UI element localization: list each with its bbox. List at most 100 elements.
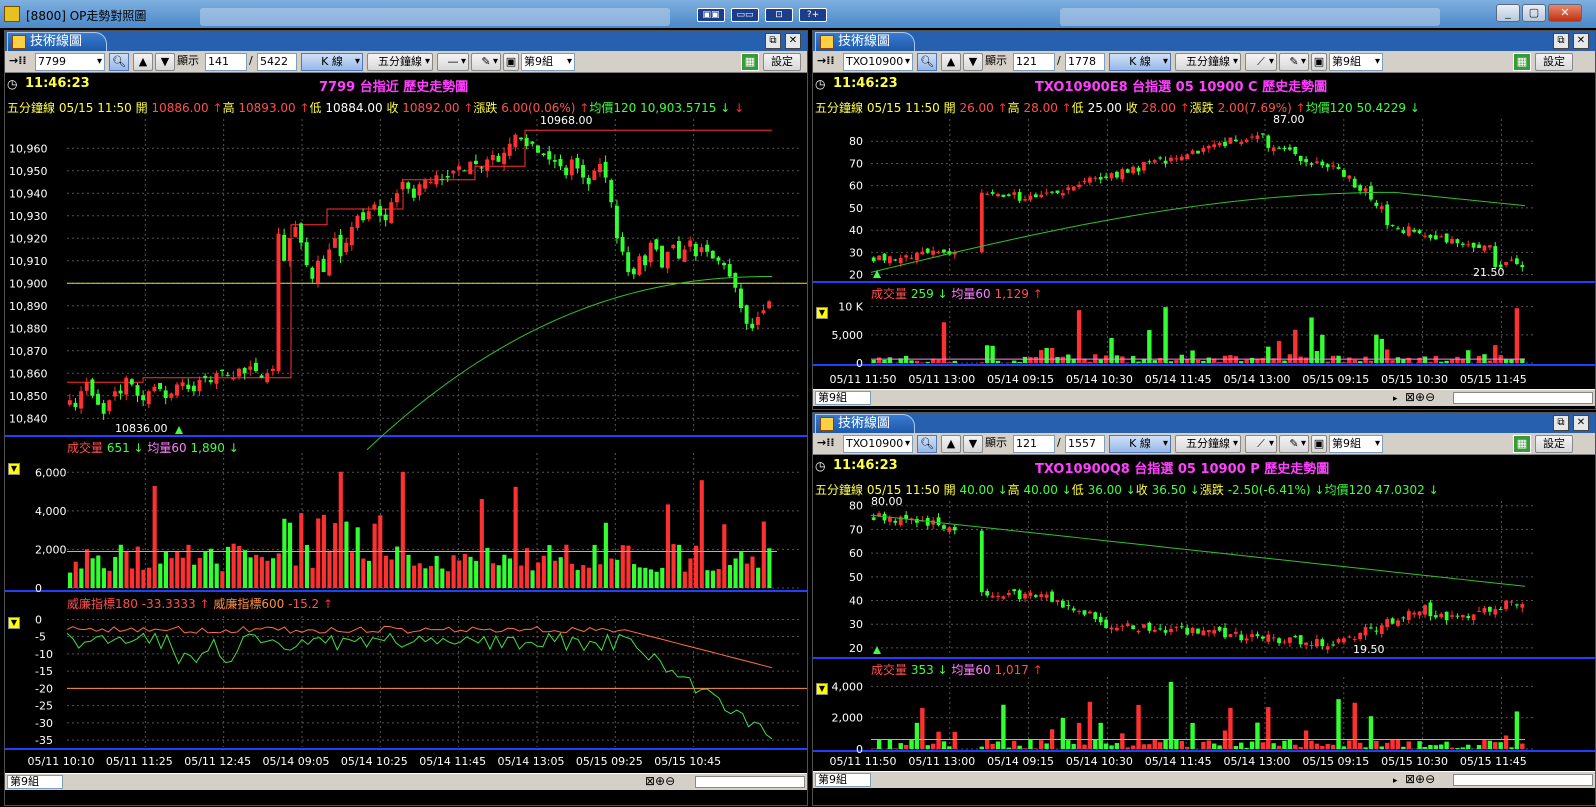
volume-bar	[915, 361, 919, 363]
volume-bar	[1239, 361, 1243, 363]
volume-bar	[1169, 361, 1173, 363]
left-candle	[536, 145, 540, 152]
volume-bar	[1450, 748, 1454, 749]
status-group-select[interactable]: 第9組	[815, 391, 871, 405]
volume-bar	[175, 552, 179, 588]
volume-bar	[1326, 744, 1330, 749]
volume-bar	[333, 523, 337, 588]
volume-bar	[136, 547, 140, 588]
left-candle	[502, 153, 506, 164]
scroll-right-icon[interactable]: ▸	[1393, 392, 1403, 404]
candle	[1266, 136, 1270, 148]
candle	[1180, 626, 1184, 627]
status-group-select[interactable]: 第9組	[815, 773, 871, 787]
candle	[1045, 193, 1049, 194]
price-y-tick: 10,870	[9, 345, 48, 358]
layout-button-2[interactable]: ▭▭	[731, 8, 759, 22]
call-chart-canvas[interactable]: 8070605040302087.0021.5010 K5,000005/11 …	[813, 31, 1596, 411]
candle	[1147, 161, 1151, 162]
left-status-bar: 第9組 ⊠⊕⊖	[5, 773, 807, 790]
candle	[1310, 163, 1314, 164]
left-chart-canvas[interactable]: 10,96010,95010,94010,93010,92010,91010,9…	[5, 31, 809, 807]
candle	[1326, 646, 1330, 649]
price-y-tick: 10,880	[9, 322, 48, 335]
status-group-select[interactable]: 第9組	[7, 775, 63, 789]
volume-bar	[1174, 739, 1178, 749]
candle	[1423, 605, 1427, 614]
williams-y-tick: -35	[35, 734, 53, 747]
volume-bar	[282, 519, 286, 588]
candle	[1304, 643, 1308, 646]
volume-toggle-icon[interactable]: ▼	[816, 307, 828, 319]
price-y-tick: 80	[849, 500, 863, 513]
candle	[1374, 631, 1378, 632]
volume-bar	[1190, 350, 1194, 363]
volume-bar	[1126, 747, 1130, 749]
zoom-controls-icon[interactable]: ⊠⊕⊖	[1405, 390, 1435, 405]
horizontal-scrollbar[interactable]	[1453, 774, 1593, 786]
close-button[interactable]: ✕	[1548, 4, 1582, 22]
candle	[1418, 612, 1422, 616]
candle	[1110, 628, 1114, 630]
volume-bar	[141, 570, 145, 588]
zoom-controls-icon[interactable]: ⊠⊕⊖	[645, 774, 675, 789]
left-candle	[491, 155, 495, 160]
left-candle	[401, 182, 405, 189]
left-candle	[446, 176, 450, 177]
volume-bar	[316, 518, 320, 588]
volume-bar	[1277, 746, 1281, 749]
layout-button-1[interactable]: ▣▣	[697, 8, 725, 22]
volume-bar	[1115, 743, 1119, 749]
help-button[interactable]: ?+	[799, 8, 827, 22]
volume-bar	[1385, 743, 1389, 749]
left-candle	[90, 379, 94, 395]
volume-toggle-icon[interactable]: ▼	[8, 463, 20, 475]
williams-toggle-icon[interactable]: ▼	[8, 617, 20, 629]
minimize-button[interactable]: _	[1496, 4, 1520, 22]
zoom-controls-icon[interactable]: ⊠⊕⊖	[1405, 772, 1435, 787]
volume-bar	[158, 564, 162, 588]
left-candle	[666, 252, 670, 269]
volume-bar	[1185, 747, 1189, 749]
x-axis-label: 05/14 09:05	[263, 755, 330, 768]
volume-bar	[1077, 723, 1081, 749]
volume-toggle-icon[interactable]: ▼	[816, 683, 828, 695]
volume-bar	[1293, 745, 1297, 749]
candle	[893, 259, 897, 260]
candle	[1488, 607, 1492, 612]
candle	[1483, 246, 1487, 251]
volume-bar	[926, 745, 930, 749]
candle	[1196, 151, 1200, 154]
volume-bar	[1120, 733, 1124, 749]
maximize-button[interactable]: ▢	[1522, 4, 1546, 22]
candle	[1050, 192, 1054, 193]
horizontal-scrollbar[interactable]	[695, 776, 805, 788]
left-candle	[513, 135, 517, 147]
layout-button-3[interactable]: ⊡	[765, 8, 793, 22]
rtop-status-bar: 第9組 ▸ ⊠⊕⊖	[813, 389, 1595, 406]
williams-legend-seg: 威廉指標600	[213, 597, 288, 611]
left-candle	[474, 161, 478, 164]
volume-bar	[1147, 744, 1151, 749]
scroll-right-icon[interactable]: ▸	[1393, 774, 1403, 786]
rtop-volume-legend: 成交量 259 ↓ 均量60 1,129 ↑	[871, 285, 1043, 302]
volume-bar	[570, 564, 574, 588]
volume-legend-seg: 1,890	[191, 441, 225, 455]
candle	[937, 252, 941, 253]
x-axis-label: 05/11 11:50	[830, 373, 897, 386]
candle	[991, 596, 995, 598]
price-y-tick: 10,960	[9, 142, 48, 155]
volume-bar	[1201, 742, 1205, 749]
price-y-tick: 30	[849, 618, 863, 631]
volume-bar	[1185, 359, 1189, 363]
left-candle	[750, 324, 754, 329]
background-taskbar	[200, 8, 670, 26]
volume-bar	[423, 568, 427, 588]
left-candle	[214, 373, 218, 384]
volume-bar	[722, 524, 726, 588]
candle	[1110, 173, 1114, 178]
left-candle	[547, 151, 551, 159]
candle	[1374, 203, 1378, 206]
horizontal-scrollbar[interactable]	[1453, 392, 1593, 404]
put-chart-canvas[interactable]: 8070605040302080.0019.504,0002,000005/11…	[813, 413, 1596, 807]
